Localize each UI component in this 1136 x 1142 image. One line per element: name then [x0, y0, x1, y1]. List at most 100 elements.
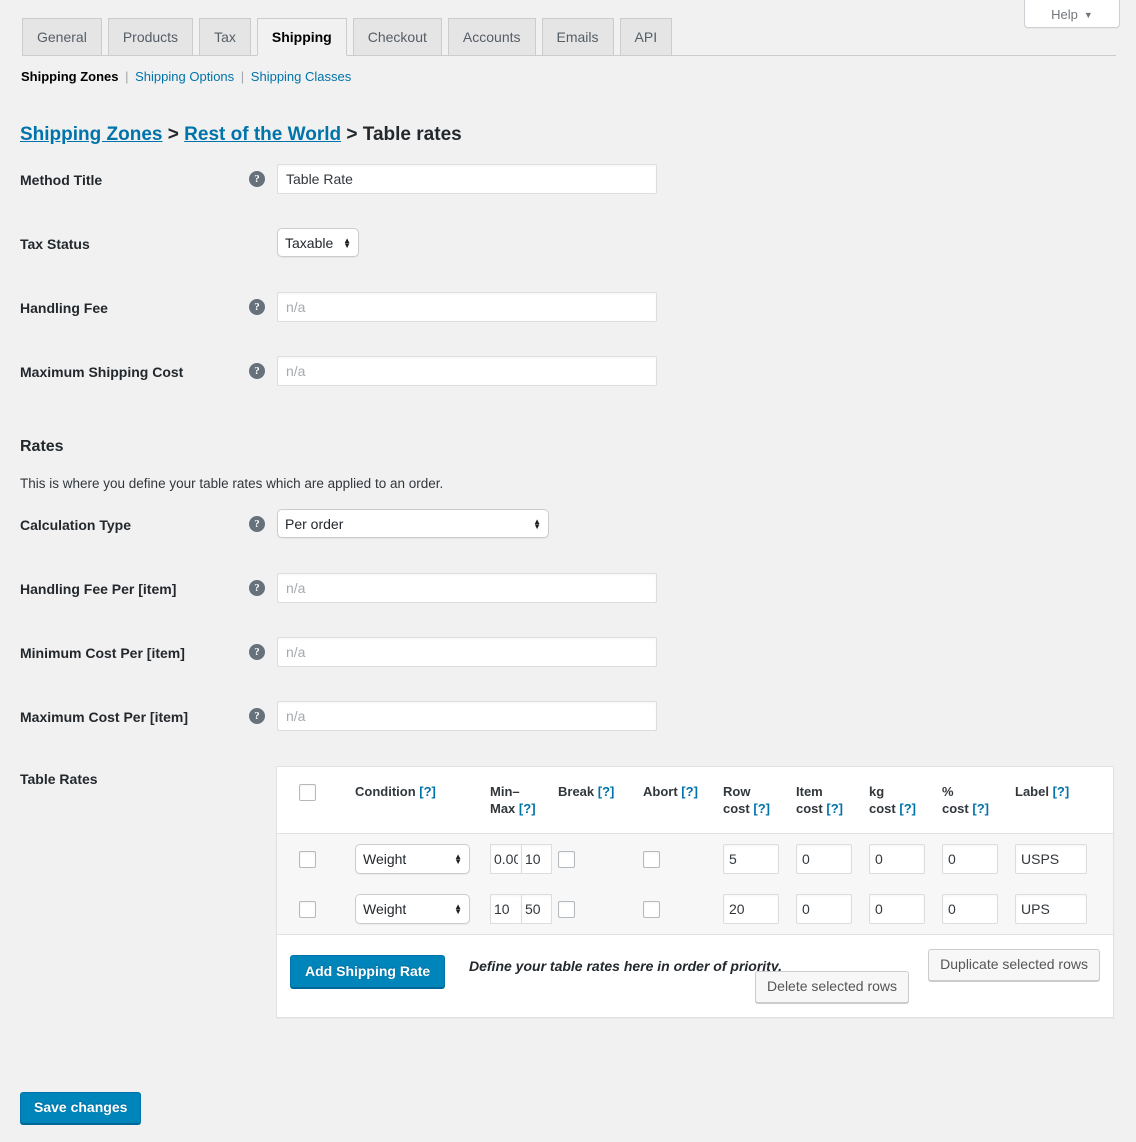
help-tip-icon[interactable]: ?	[249, 171, 265, 187]
breadcrumb-link-rest-of-the-world[interactable]: Rest of the World	[184, 124, 341, 145]
help-link-break[interactable]: [?]	[598, 784, 615, 799]
th-abort: Abort [?]	[643, 767, 723, 834]
th-item-cost-line2: cost	[796, 801, 823, 816]
table-rates-footer: Add Shipping Rate Define your table rate…	[277, 934, 1113, 1017]
cell-condition: Weight ▲▼	[355, 834, 490, 885]
item-cost-input[interactable]	[796, 844, 852, 874]
help-link-percent-cost[interactable]: [?]	[972, 801, 989, 816]
add-shipping-rate-button[interactable]: Add Shipping Rate	[290, 955, 445, 988]
calculation-type-label: Calculation Type	[20, 515, 131, 535]
break-checkbox[interactable]	[558, 851, 575, 868]
help-link-row-cost[interactable]: [?]	[753, 801, 770, 816]
row-select-checkbox[interactable]	[299, 901, 316, 918]
th-percent-cost-line1: %	[942, 784, 954, 799]
condition-select[interactable]: Weight ▲▼	[355, 844, 470, 874]
select-all-checkbox[interactable]	[299, 784, 316, 801]
tab-products[interactable]: Products	[108, 18, 193, 56]
help-link-label[interactable]: [?]	[1053, 784, 1070, 799]
rates-form: Calculation Type ? Per order ▲▼ Handling…	[0, 505, 1136, 761]
tab-api[interactable]: API	[620, 18, 673, 56]
table-rates-table: Condition [?] Min– Max [?] Break [?] Abo…	[277, 767, 1113, 934]
settings-tab-bar: General Products Tax Shipping Checkout A…	[22, 18, 1116, 56]
percent-cost-input[interactable]	[942, 894, 998, 924]
cell-select	[277, 834, 355, 885]
cell-item-cost	[796, 834, 869, 885]
tab-tax[interactable]: Tax	[199, 18, 251, 56]
method-title-input[interactable]	[277, 164, 657, 194]
th-break-label: Break	[558, 784, 594, 799]
th-break: Break [?]	[558, 767, 643, 834]
max-input[interactable]	[521, 894, 552, 924]
subnav-item-shipping-classes[interactable]: Shipping Classes	[251, 69, 351, 84]
tax-status-select[interactable]: Taxable ▲▼	[277, 228, 359, 257]
abort-checkbox[interactable]	[643, 851, 660, 868]
tab-shipping[interactable]: Shipping	[257, 18, 347, 56]
item-cost-input[interactable]	[796, 894, 852, 924]
row-cost-input[interactable]	[723, 894, 779, 924]
calculation-type-select[interactable]: Per order ▲▼	[277, 509, 549, 538]
condition-select[interactable]: Weight ▲▼	[355, 894, 470, 924]
minimum-cost-per-item-label: Minimum Cost Per [item]	[20, 643, 185, 663]
min-input[interactable]	[490, 844, 521, 874]
row-cost-input[interactable]	[723, 844, 779, 874]
breadcrumb-link-shipping-zones[interactable]: Shipping Zones	[20, 124, 163, 145]
tab-emails[interactable]: Emails	[542, 18, 614, 56]
help-tip-icon[interactable]: ?	[249, 299, 265, 315]
shipping-subnav: Shipping Zones | Shipping Options | Ship…	[21, 67, 351, 87]
break-checkbox[interactable]	[558, 901, 575, 918]
help-link-kg-cost[interactable]: [?]	[899, 801, 916, 816]
field-maximum-cost-per-item: Maximum Cost Per [item] ?	[0, 697, 1136, 761]
tax-status-value: Taxable	[285, 235, 337, 251]
help-link-abort[interactable]: [?]	[681, 784, 698, 799]
help-link-min-max[interactable]: [?]	[519, 801, 536, 816]
help-link-item-cost[interactable]: [?]	[826, 801, 843, 816]
help-link-condition[interactable]: [?]	[419, 784, 436, 799]
handling-fee-input[interactable]	[277, 292, 657, 322]
label-input[interactable]	[1015, 894, 1087, 924]
th-min-max: Min– Max [?]	[490, 767, 558, 834]
th-condition-label: Condition	[355, 784, 416, 799]
kg-cost-input[interactable]	[869, 844, 925, 874]
handling-fee-per-item-input[interactable]	[277, 573, 657, 603]
minimum-cost-per-item-input[interactable]	[277, 637, 657, 667]
th-abort-label: Abort	[643, 784, 678, 799]
subnav-item-shipping-zones[interactable]: Shipping Zones	[21, 69, 119, 84]
label-input[interactable]	[1015, 844, 1087, 874]
cell-label	[1015, 884, 1113, 934]
th-min-max-line1: Min–	[490, 784, 520, 799]
help-tip-icon[interactable]: ?	[249, 708, 265, 724]
help-tip-icon[interactable]: ?	[249, 516, 265, 532]
tab-checkout[interactable]: Checkout	[353, 18, 442, 56]
th-percent-cost: % cost [?]	[942, 767, 1015, 834]
abort-checkbox[interactable]	[643, 901, 660, 918]
th-condition: Condition [?]	[355, 767, 490, 834]
help-tip-icon[interactable]: ?	[249, 363, 265, 379]
field-handling-fee-per-item: Handling Fee Per [item] ?	[0, 569, 1136, 633]
save-changes-button[interactable]: Save changes	[20, 1092, 141, 1124]
duplicate-selected-rows-button[interactable]: Duplicate selected rows	[928, 949, 1100, 981]
table-rates-header: Condition [?] Min– Max [?] Break [?] Abo…	[277, 767, 1113, 834]
tab-accounts[interactable]: Accounts	[448, 18, 536, 56]
kg-cost-input[interactable]	[869, 894, 925, 924]
tab-general[interactable]: General	[22, 18, 102, 56]
subnav-item-shipping-options[interactable]: Shipping Options	[135, 69, 234, 84]
maximum-cost-per-item-input[interactable]	[277, 701, 657, 731]
max-input[interactable]	[521, 844, 552, 874]
rates-heading: Rates	[20, 436, 64, 458]
min-input[interactable]	[490, 894, 521, 924]
field-method-title: Method Title ?	[0, 160, 1136, 224]
maximum-cost-per-item-label: Maximum Cost Per [item]	[20, 707, 188, 727]
delete-selected-rows-button[interactable]: Delete selected rows	[755, 971, 909, 1003]
field-minimum-cost-per-item: Minimum Cost Per [item] ?	[0, 633, 1136, 697]
shipping-method-form: Method Title ? Tax Status Taxable ▲▼ Han…	[0, 160, 1136, 416]
th-kg-cost-line1: kg	[869, 784, 884, 799]
maximum-shipping-cost-input[interactable]	[277, 356, 657, 386]
breadcrumb-separator-2: >	[346, 124, 357, 145]
breadcrumb-separator-1: >	[168, 124, 179, 145]
th-row-cost: Row cost [?]	[723, 767, 796, 834]
breadcrumb-current-table-rates: Table rates	[363, 124, 462, 145]
help-tip-icon[interactable]: ?	[249, 580, 265, 596]
percent-cost-input[interactable]	[942, 844, 998, 874]
row-select-checkbox[interactable]	[299, 851, 316, 868]
help-tip-icon[interactable]: ?	[249, 644, 265, 660]
